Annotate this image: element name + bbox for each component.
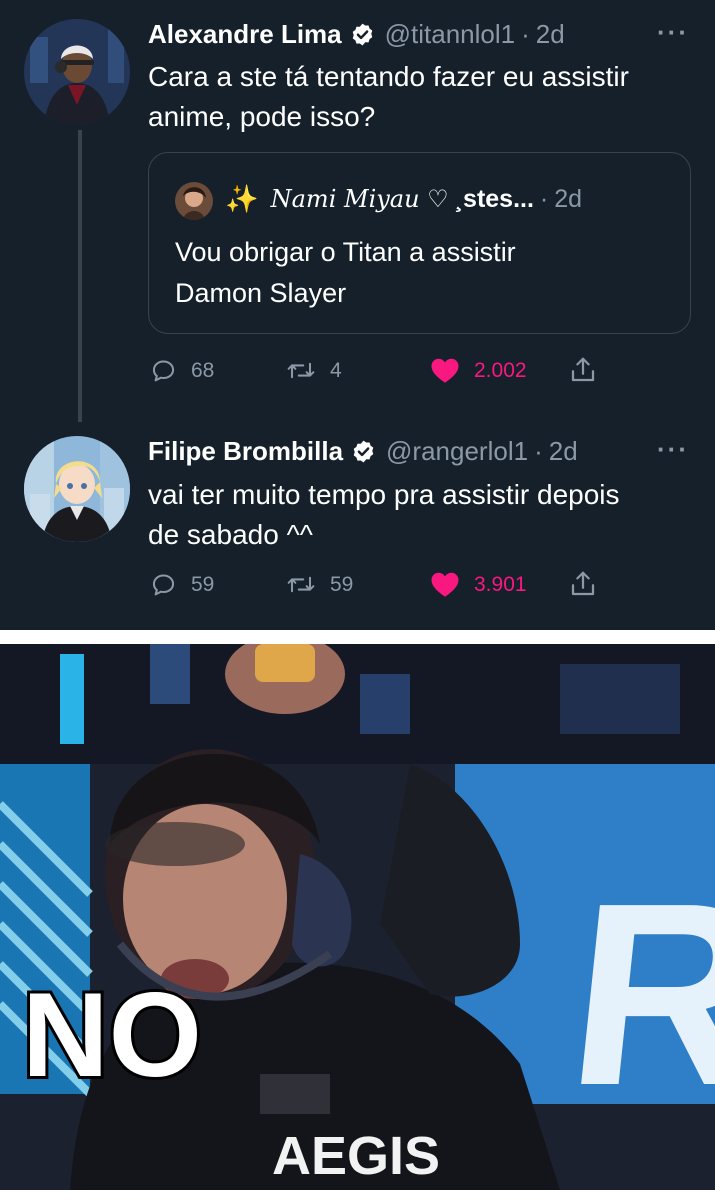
meme-photo: RED NO AEGIS xyxy=(0,644,715,1190)
timestamp[interactable]: 2d xyxy=(549,436,578,467)
reply-button[interactable]: 68 xyxy=(150,357,214,384)
share-button[interactable] xyxy=(568,569,612,599)
tweet-header: Filipe Brombilla @rangerlol1 · 2d xyxy=(148,436,578,467)
like-count: 2.002 xyxy=(474,358,527,382)
timestamp[interactable]: 2d xyxy=(536,19,565,50)
quote-handle: ¸stes... xyxy=(454,184,534,213)
quote-text: Vou obrigar o Titan a assistir Damon Sla… xyxy=(175,237,516,308)
verified-badge-icon xyxy=(350,22,375,47)
retweet-count: 4 xyxy=(330,358,342,382)
tweet-header: Alexandre Lima @titannlol1 · 2d xyxy=(148,19,565,50)
thread-connector xyxy=(78,130,82,422)
like-button[interactable]: 2.002 xyxy=(430,357,527,384)
avatar[interactable] xyxy=(24,19,130,125)
like-count: 3.901 xyxy=(474,572,527,596)
more-horizontal-icon[interactable]: ··· xyxy=(657,434,689,465)
retweet-count: 59 xyxy=(330,572,354,596)
share-icon xyxy=(571,357,595,382)
display-name[interactable]: Alexandre Lima xyxy=(148,19,342,50)
meme-caption: NO xyxy=(22,968,202,1102)
heart-icon xyxy=(431,572,459,597)
like-button[interactable]: 3.901 xyxy=(430,571,527,598)
bottom-border xyxy=(0,1190,715,1200)
heart-icon xyxy=(431,358,459,383)
verified-badge-icon xyxy=(351,439,376,464)
separator: · xyxy=(534,436,543,466)
retweet-button[interactable]: 59 xyxy=(286,571,353,598)
quoted-tweet[interactable]: ✨ Nami Miyau ♡ ¸stes... · 2d Vou obrigar… xyxy=(148,152,691,334)
quote-timestamp: 2d xyxy=(554,184,583,213)
meme-image: RED NO AEGIS xyxy=(0,644,715,1190)
reply-count: 59 xyxy=(191,572,215,596)
retweet-button[interactable]: 4 xyxy=(286,357,342,384)
retweet-icon xyxy=(287,576,315,593)
separator: · xyxy=(521,19,530,49)
avatar[interactable] xyxy=(24,436,130,542)
handle[interactable]: @rangerlol1 xyxy=(386,436,528,467)
reply-button[interactable]: 59 xyxy=(150,571,214,598)
jersey-text: AEGIS xyxy=(272,1126,440,1186)
tweet-text: vai ter muito tempo pra assistir depois … xyxy=(148,479,620,550)
quote-separator: · xyxy=(539,184,549,213)
handle[interactable]: @titannlol1 xyxy=(385,19,515,50)
more-horizontal-icon[interactable]: ··· xyxy=(657,17,689,48)
tweet-thread: Alexandre Lima @titannlol1 · 2d ··· Cara… xyxy=(0,0,715,630)
tweet-text: Cara a ste tá tentando fazer eu assistir… xyxy=(148,61,629,132)
quote-header: ✨ Nami Miyau ♡ ¸stes... · 2d xyxy=(225,183,582,215)
divider xyxy=(0,630,715,644)
avatar xyxy=(175,182,213,220)
reply-icon xyxy=(152,574,175,596)
retweet-icon xyxy=(287,362,315,379)
share-button[interactable] xyxy=(568,355,612,385)
quote-display-name: Nami Miyau ♡ xyxy=(270,185,449,213)
display-name[interactable]: Filipe Brombilla xyxy=(148,436,343,467)
reply-icon xyxy=(152,360,175,382)
share-icon xyxy=(571,571,595,596)
sparkles-icon: ✨ xyxy=(225,184,259,214)
reply-count: 68 xyxy=(191,358,215,382)
